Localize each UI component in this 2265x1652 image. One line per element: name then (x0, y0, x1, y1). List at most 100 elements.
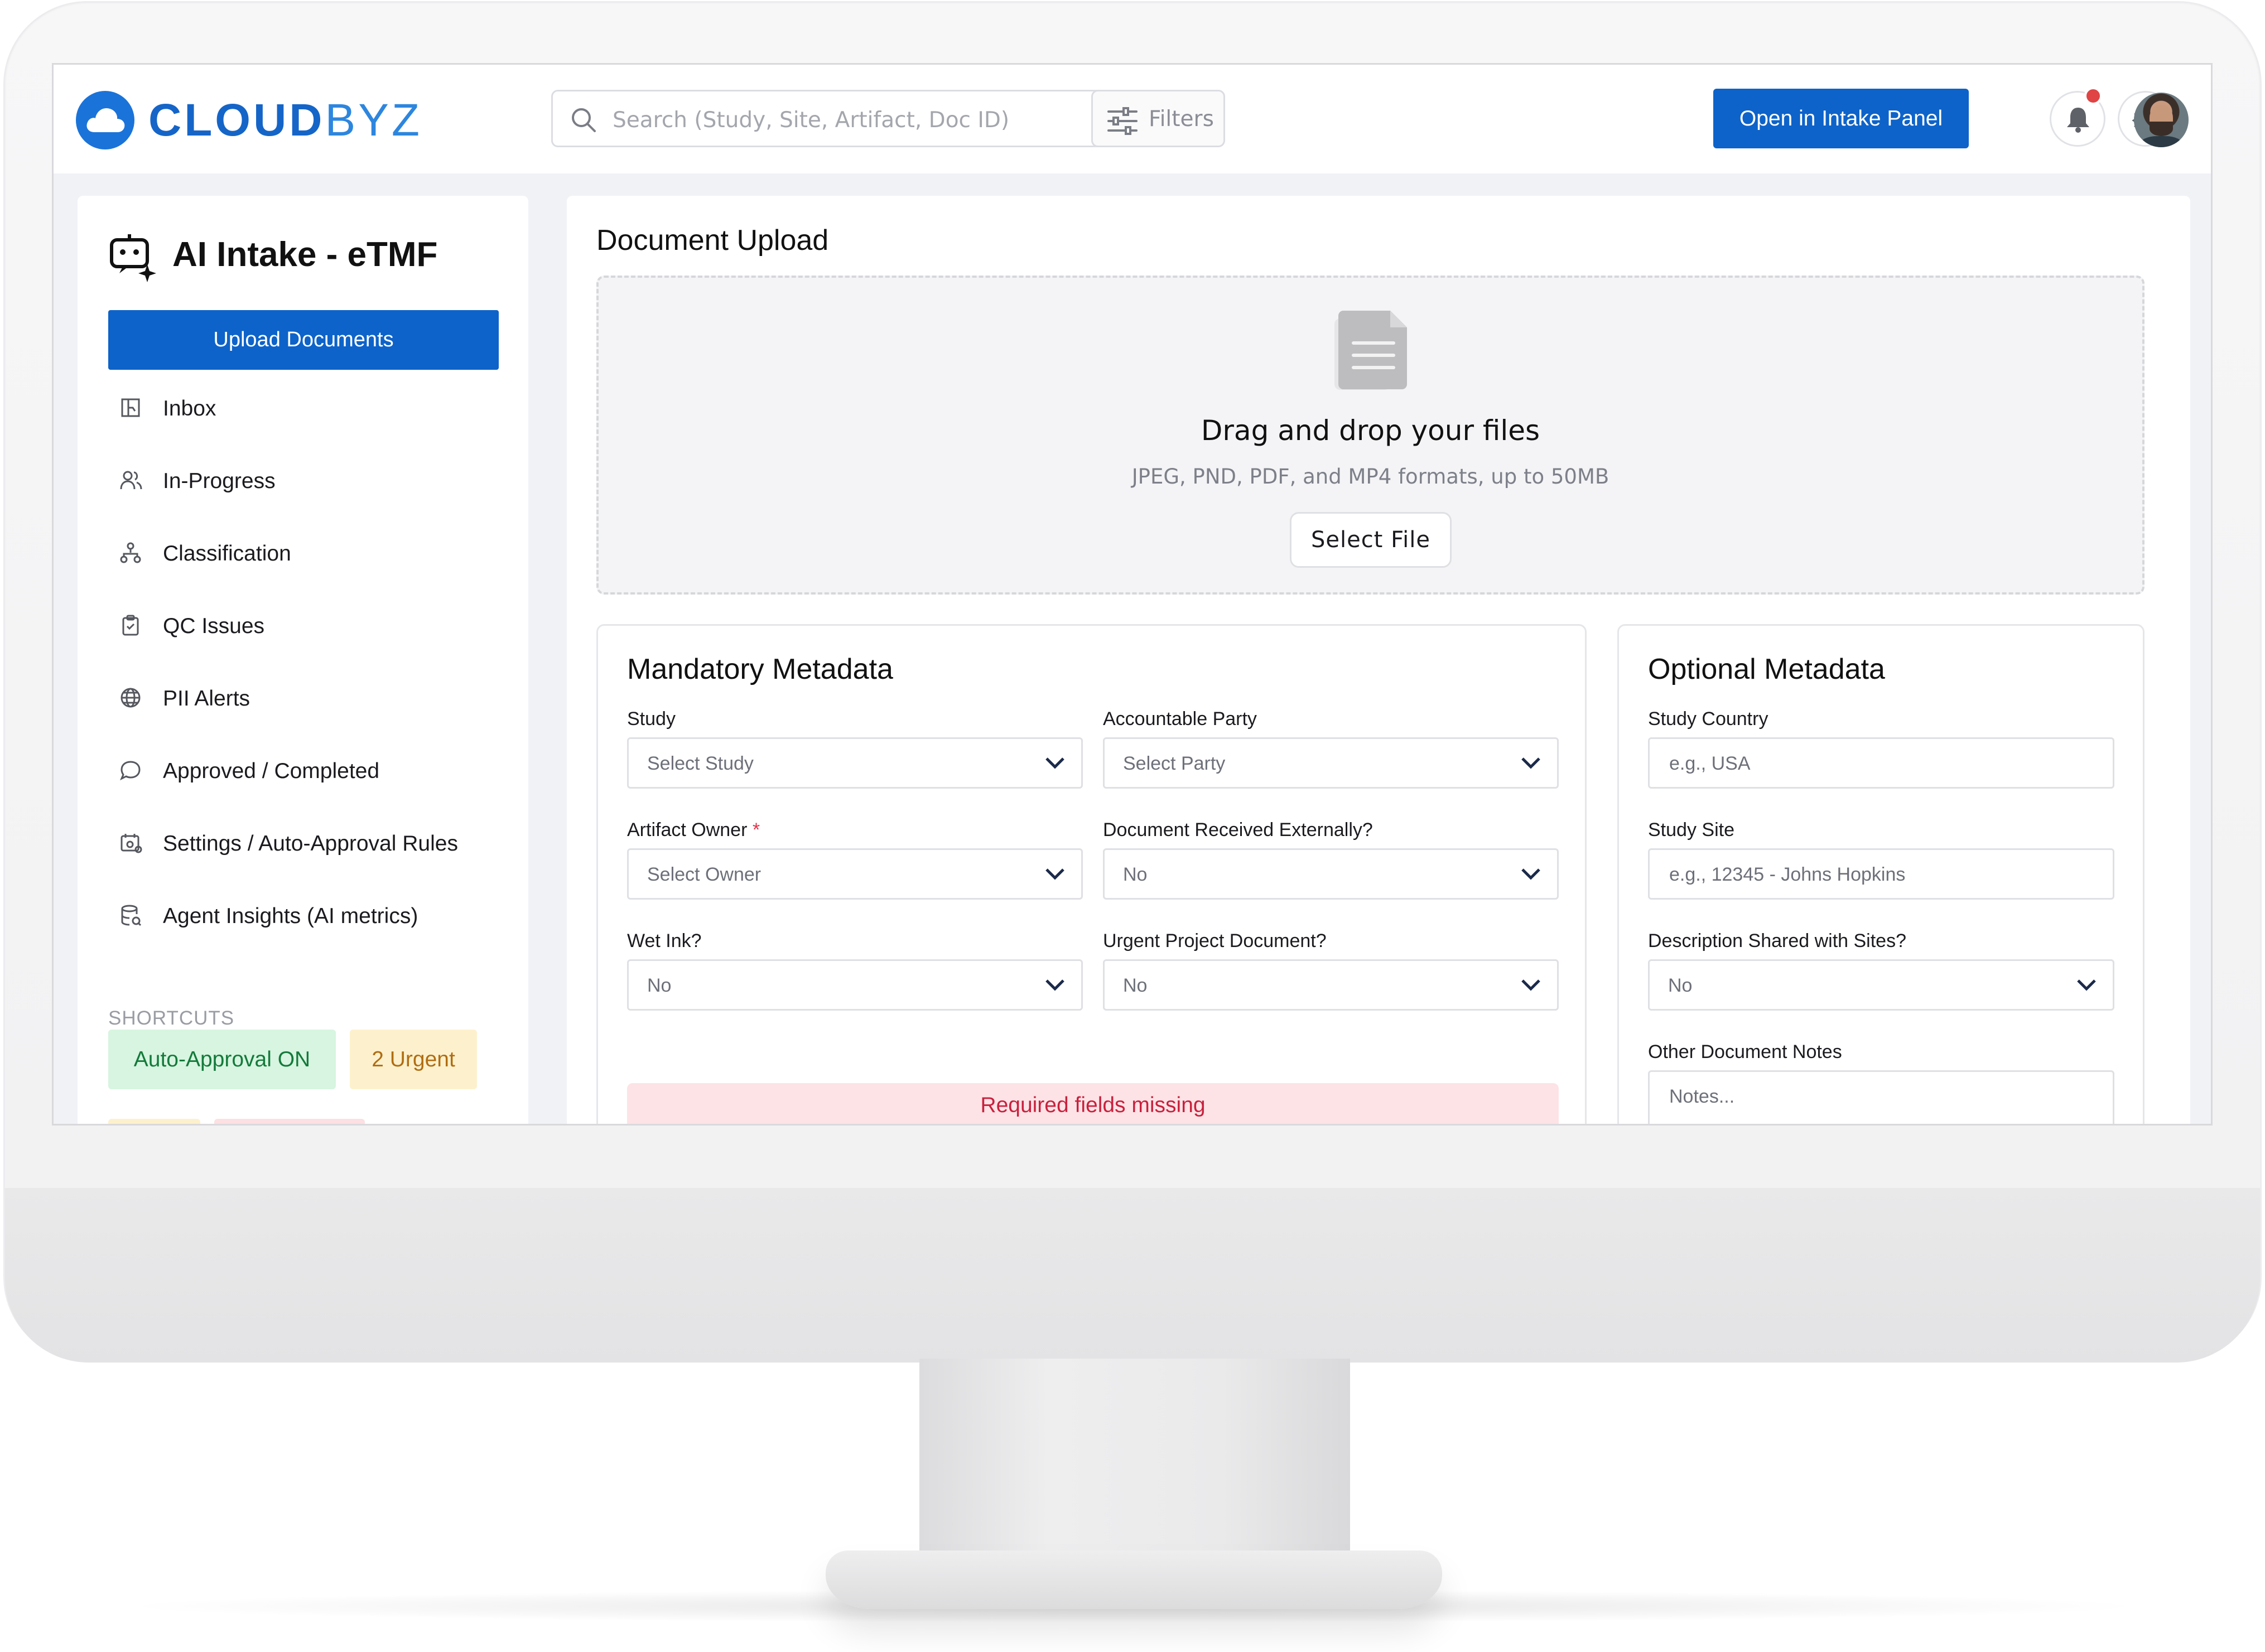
document-icon (1334, 311, 1407, 390)
study-country-input[interactable] (1668, 749, 2041, 778)
required-fields-alert: Required fields missing (627, 1083, 1559, 1124)
sidebar-item-inbox[interactable]: Inbox (108, 385, 499, 430)
study-label: Study (627, 708, 676, 730)
ai-bot-icon (110, 234, 156, 282)
avatar[interactable] (2134, 93, 2189, 147)
study-site-label: Study Site (1648, 819, 1734, 841)
sidebar-item-label: Settings / Auto-Approval Rules (163, 832, 458, 856)
chevron-down-icon (1521, 757, 1540, 769)
chat-bubble-icon (120, 761, 141, 781)
shortcut-chip-partial[interactable] (108, 1119, 200, 1124)
chevron-down-icon (1045, 868, 1064, 880)
accountable-party-value: Select Party (1123, 753, 1226, 774)
sidebar-item-label: In-Progress (163, 469, 276, 493)
sidebar-item-label: Inbox (163, 397, 216, 421)
settings-calendar-icon (121, 834, 142, 853)
mandatory-metadata-title: Mandatory Metadata (627, 653, 893, 685)
study-site-field[interactable] (1648, 848, 2114, 900)
page-title: Document Upload (596, 224, 829, 257)
other-notes-input[interactable] (1668, 1082, 2041, 1111)
wet-ink-label: Wet Ink? (627, 930, 702, 951)
sidebar-title: AI Intake - eTMF (172, 235, 438, 274)
sidebar-item-settings-auto-approval[interactable]: Settings / Auto-Approval Rules (108, 820, 499, 865)
required-asterisk: * (752, 819, 760, 841)
artifact-owner-select[interactable]: Select Owner (627, 848, 1083, 900)
sidebar-item-label: QC Issues (163, 614, 265, 638)
urgent-project-value: No (1123, 975, 1148, 996)
avatar-shirt (2139, 136, 2183, 147)
brand-logo[interactable]: CLOUDBYZ (148, 95, 422, 146)
sidebar-item-in-progress[interactable]: In-Progress (108, 458, 499, 503)
users-icon (120, 471, 142, 490)
bell-icon (2067, 108, 2089, 133)
other-notes-label: Other Document Notes (1648, 1041, 1842, 1062)
urgent-project-select[interactable]: No (1103, 959, 1559, 1011)
description-shared-select[interactable]: No (1648, 959, 2114, 1011)
accountable-party-select[interactable]: Select Party (1103, 737, 1559, 789)
sidebar-item-label: PII Alerts (163, 687, 250, 711)
sidebar-item-pii-alerts[interactable]: PII Alerts (108, 675, 499, 720)
received-externally-select[interactable]: No (1103, 848, 1559, 900)
study-country-label: Study Country (1648, 708, 1768, 730)
filters-button[interactable]: Filters (1091, 90, 1225, 147)
mandatory-metadata-panel: Mandatory Metadata Study Select Study Ac… (596, 624, 1587, 1124)
select-file-button[interactable]: Select File (1290, 512, 1452, 568)
logo-text-bold: CLOUD (148, 95, 325, 146)
sidebar: AI Intake - eTMF Upload Documents Inbox … (78, 196, 528, 1124)
filters-label: Filters (1149, 107, 1214, 132)
search-icon (572, 108, 596, 132)
monitor-chin (5, 1188, 2260, 1363)
chevron-down-icon (1045, 979, 1064, 991)
clipboard-icon (122, 615, 139, 636)
cloud-logo-icon (76, 91, 134, 149)
optional-metadata-title: Optional Metadata (1648, 653, 1885, 685)
main-content: Document Upload Drag and drop your files… (567, 196, 2190, 1124)
description-shared-value: No (1668, 975, 1693, 996)
notification-badge (2084, 87, 2102, 105)
artifact-owner-value: Select Owner (647, 864, 762, 885)
description-shared-label: Description Shared with Sites? (1648, 930, 1907, 951)
chevron-down-icon (1521, 979, 1540, 991)
wet-ink-value: No (647, 975, 672, 996)
study-select[interactable]: Select Study (627, 737, 1083, 789)
shortcut-urgent-chip[interactable]: 2 Urgent (350, 1030, 477, 1089)
study-country-field[interactable] (1648, 737, 2114, 789)
other-notes-field[interactable] (1648, 1070, 2114, 1124)
artifact-owner-label-text: Artifact Owner (627, 819, 748, 841)
urgent-project-label: Urgent Project Document? (1103, 930, 1327, 951)
sidebar-item-label: Classification (163, 542, 291, 566)
chevron-down-icon (2077, 979, 2096, 991)
chevron-down-icon (1521, 868, 1540, 880)
avatar-beard (2150, 122, 2173, 136)
monitor-stand (919, 1359, 1350, 1576)
logo-text-light: BYZ (325, 95, 423, 146)
sidebar-item-qc-issues[interactable]: QC Issues (108, 603, 499, 648)
shortcut-chip-partial[interactable] (214, 1119, 365, 1124)
open-intake-panel-button[interactable]: Open in Intake Panel (1713, 89, 1969, 148)
chevron-down-icon (1045, 757, 1064, 769)
globe-icon (121, 688, 141, 708)
sidebar-item-classification[interactable]: Classification (108, 530, 499, 575)
sliders-icon (1107, 107, 1138, 135)
upload-documents-button[interactable]: Upload Documents (108, 310, 499, 370)
study-select-value: Select Study (647, 753, 754, 774)
search-box[interactable] (551, 90, 1127, 147)
search-input[interactable] (611, 103, 1105, 137)
file-dropzone[interactable]: Drag and drop your files JPEG, PND, PDF,… (596, 276, 2144, 595)
wet-ink-select[interactable]: No (627, 959, 1083, 1011)
shortcut-auto-approval-chip[interactable]: Auto-Approval ON (108, 1030, 336, 1089)
sidebar-item-approved-completed[interactable]: Approved / Completed (108, 748, 499, 793)
study-site-input[interactable] (1668, 860, 2041, 889)
received-externally-label: Document Received Externally? (1103, 819, 1373, 841)
sidebar-item-agent-insights[interactable]: Agent Insights (AI metrics) (108, 893, 499, 938)
top-bar: CLOUDBYZ Filters Open in Intake Panel (54, 65, 2211, 173)
hierarchy-icon (120, 542, 141, 563)
received-externally-value: No (1123, 864, 1148, 885)
optional-metadata-panel: Optional Metadata Study Country Study Si… (1617, 624, 2144, 1124)
dropzone-subtitle: JPEG, PND, PDF, and MP4 formats, up to 5… (1131, 465, 1609, 489)
app-screen: CLOUDBYZ Filters Open in Intake Panel (52, 63, 2213, 1126)
monitor-stand-base (826, 1550, 1442, 1609)
sidebar-item-label: Approved / Completed (163, 759, 380, 783)
artifact-owner-label: Artifact Owner * (627, 819, 760, 841)
dropzone-title: Drag and drop your files (1201, 414, 1540, 447)
